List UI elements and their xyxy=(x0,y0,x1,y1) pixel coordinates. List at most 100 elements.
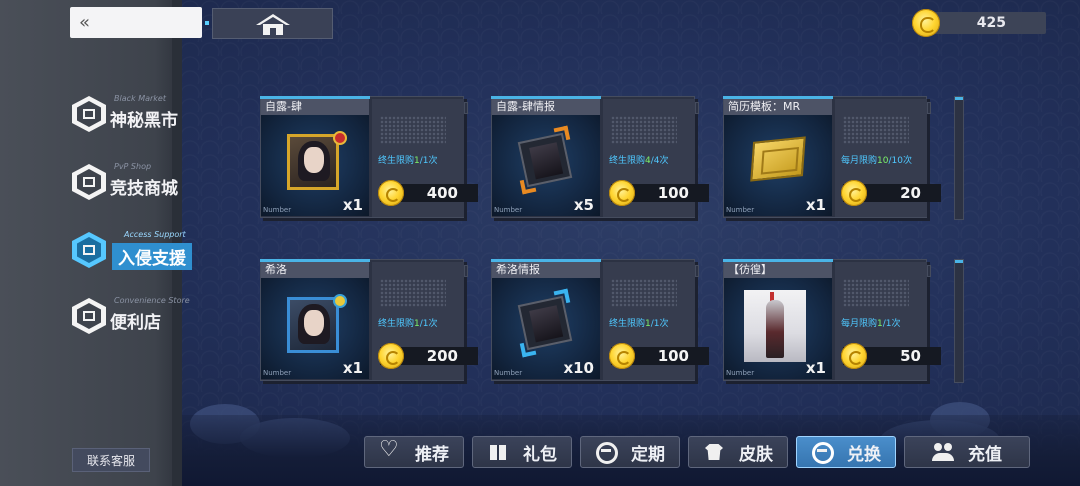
coin-count: 425 xyxy=(976,15,1006,31)
shop-icon xyxy=(72,232,106,268)
next-card-edge[interactable] xyxy=(954,259,964,383)
tab-exchange[interactable]: 兑换 xyxy=(796,436,896,468)
home-icon xyxy=(255,13,290,35)
sidebar-item-label: 入侵支援 xyxy=(112,243,192,270)
sidebar-item-access-support[interactable]: Access Support 入侵支援 xyxy=(72,230,212,274)
coin-balance: 425 xyxy=(912,9,1046,37)
card-tab-stub xyxy=(695,102,699,114)
back-chevron-icon: « xyxy=(79,12,90,33)
intel-card-icon xyxy=(517,288,573,358)
rank-badge-icon xyxy=(333,294,347,308)
shirt-icon xyxy=(703,441,725,463)
price-bar: 200 xyxy=(378,343,478,369)
tab-gift-pack[interactable]: 礼包 xyxy=(472,436,572,468)
item-quantity: x1 xyxy=(805,359,826,377)
skin-portrait-icon xyxy=(744,290,806,362)
tab-label: 兑换 xyxy=(847,444,881,465)
dot-pattern xyxy=(380,279,446,307)
coin-icon xyxy=(609,180,635,206)
card-info: 终生限购1/1次 200 xyxy=(372,262,478,380)
tab-label: 皮肤 xyxy=(739,444,773,465)
price: 20 xyxy=(900,184,921,202)
rank-badge-icon xyxy=(333,131,347,145)
price: 400 xyxy=(426,184,458,202)
sidebar-item-convenience-store[interactable]: Convenience Store 便利店 xyxy=(72,296,212,340)
cycle-icon xyxy=(595,441,618,464)
shop-screen: « 425 Black Market 神秘黑市 PvP Shop 竞技商城 Ac… xyxy=(0,0,1080,486)
card-title: 【彷徨】 xyxy=(724,262,832,278)
price-bar: 20 xyxy=(841,180,941,206)
dot-pattern xyxy=(611,116,677,144)
tab-recommend[interactable]: 推荐 xyxy=(364,436,464,468)
card-tab-stub xyxy=(464,102,468,114)
back-button[interactable]: « xyxy=(70,7,202,38)
template-chip-icon xyxy=(750,136,806,182)
price-bar: 100 xyxy=(609,343,709,369)
card-image: Number x1 xyxy=(261,278,369,379)
card-tab-stub xyxy=(927,102,931,114)
sidebar-item-black-market[interactable]: Black Market 神秘黑市 xyxy=(72,94,212,138)
next-card-edge[interactable] xyxy=(954,96,964,220)
shop-card[interactable]: 希洛 Number x1 终生限购1/1次 200 xyxy=(260,259,478,383)
tab-recharge[interactable]: 充值 xyxy=(904,436,1030,468)
shop-card[interactable]: 自露-肆情报 Number x5 终生限购4/4次 100 xyxy=(491,96,709,220)
card-tab-stub xyxy=(927,265,931,277)
tab-label: 礼包 xyxy=(523,444,557,465)
number-label: Number xyxy=(263,369,292,377)
purchase-limit: 终生限购1/1次 xyxy=(609,319,669,329)
card-title: 希洛 xyxy=(261,262,369,278)
price: 200 xyxy=(426,347,458,365)
purchase-limit: 每月限购10/10次 xyxy=(841,156,912,166)
intel-card-icon xyxy=(517,125,573,195)
card-info: 每月限购1/1次 50 xyxy=(835,262,941,380)
sidebar-item-label: 神秘黑市 xyxy=(110,111,178,131)
home-button[interactable] xyxy=(205,8,333,39)
number-label: Number xyxy=(726,369,755,377)
card-title: 自露-肆情报 xyxy=(492,99,600,115)
coin-icon xyxy=(912,9,940,37)
card-title: 自露-肆 xyxy=(261,99,369,115)
card-image: Number x1 xyxy=(261,115,369,216)
purchase-limit: 终生限购4/4次 xyxy=(609,156,669,166)
sidebar-item-pvp-shop[interactable]: PvP Shop 竞技商城 xyxy=(72,162,212,206)
contact-support-button[interactable]: 联系客服 xyxy=(72,448,150,472)
tab-skins[interactable]: 皮肤 xyxy=(688,436,788,468)
sidebar-item-en: Black Market xyxy=(114,94,166,103)
number-label: Number xyxy=(263,206,292,214)
price: 50 xyxy=(900,347,921,365)
shop-card[interactable]: 【彷徨】 Number x1 每月限购1/1次 50 xyxy=(723,259,941,383)
tab-periodic[interactable]: 定期 xyxy=(580,436,680,468)
card-info: 终生限购4/4次 100 xyxy=(603,99,709,217)
card-image: Number x5 xyxy=(492,115,600,216)
shop-icon xyxy=(72,298,106,334)
heart-icon xyxy=(379,437,401,463)
character-portrait-icon xyxy=(287,134,339,190)
price-bar: 50 xyxy=(841,343,941,369)
price-bar: 100 xyxy=(609,180,709,206)
sidebar-item-en: Access Support xyxy=(124,230,186,239)
item-quantity: x1 xyxy=(342,359,363,377)
coin-icon xyxy=(378,180,404,206)
item-quantity: x10 xyxy=(563,359,594,377)
shop-card[interactable]: 简历模板：MR Number x1 每月限购10/10次 20 xyxy=(723,96,941,220)
purchase-limit: 终生限购1/1次 xyxy=(378,156,438,166)
purchase-limit: 每月限购1/1次 xyxy=(841,319,901,329)
item-quantity: x1 xyxy=(805,196,826,214)
dot-pattern xyxy=(380,116,446,144)
shop-icon xyxy=(72,96,106,132)
sidebar-item-en: PvP Shop xyxy=(114,162,152,171)
number-label: Number xyxy=(494,369,523,377)
sidebar-item-label: 便利店 xyxy=(110,313,161,333)
dot-pattern xyxy=(843,279,909,307)
price-bar: 400 xyxy=(378,180,478,206)
shop-card[interactable]: 希洛情报 Number x10 终生限购1/1次 100 xyxy=(491,259,709,383)
purchase-limit: 终生限购1/1次 xyxy=(378,319,438,329)
people-icon xyxy=(932,441,954,463)
shop-card[interactable]: 自露-肆 Number x1 终生限购1/1次 400 xyxy=(260,96,478,220)
coin-icon xyxy=(378,343,404,369)
sidebar-item-en: Convenience Store xyxy=(114,296,190,305)
number-label: Number xyxy=(726,206,755,214)
card-tab-stub xyxy=(464,265,468,277)
cycle-icon xyxy=(811,441,834,464)
number-label: Number xyxy=(494,206,523,214)
